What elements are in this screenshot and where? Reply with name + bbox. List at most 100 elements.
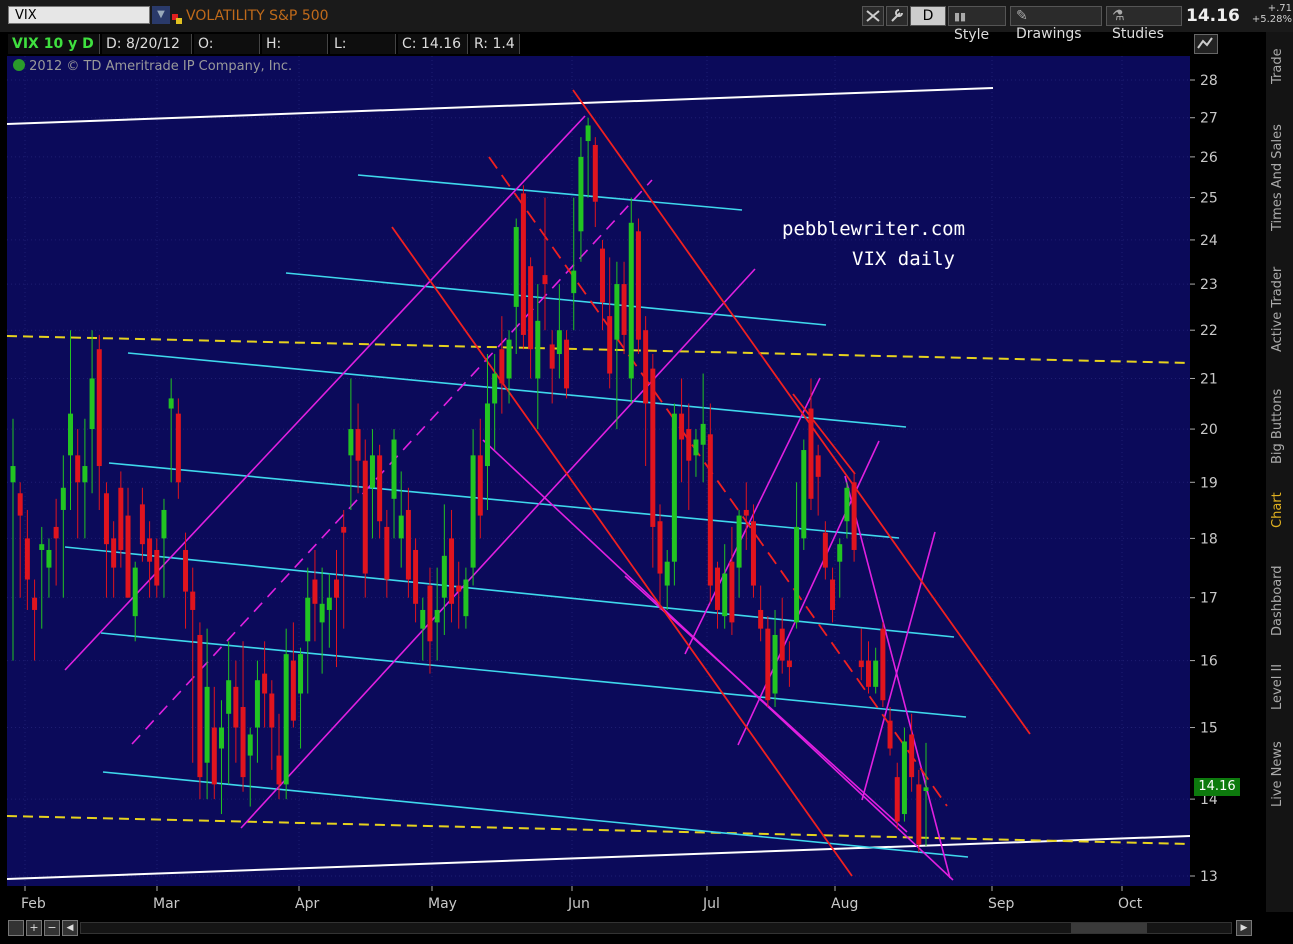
candle-body	[643, 330, 649, 404]
candle-body	[211, 727, 217, 785]
candle-body	[312, 579, 318, 604]
candle-body	[628, 222, 634, 379]
candle-body	[60, 487, 66, 510]
candle-body	[204, 686, 210, 763]
link-icon[interactable]	[172, 9, 182, 24]
last-price-tag: 14.16	[1194, 778, 1240, 796]
candle-body	[154, 549, 160, 586]
bottom-scroll-bar: + − ◀ ▶	[0, 914, 1266, 944]
price-chart[interactable]	[6, 56, 1191, 886]
y-tick-label: 25	[1200, 191, 1218, 207]
scrollbar-thumb[interactable]	[1071, 923, 1147, 933]
symbol-input[interactable]: VIX	[8, 6, 150, 24]
trendline-magenta	[861, 531, 936, 801]
candle-body	[528, 266, 534, 350]
x-tick-label: Feb	[21, 896, 46, 912]
scroll-right-icon[interactable]: ▶	[1236, 920, 1252, 936]
candle-body	[614, 284, 620, 340]
d-button[interactable]: D	[910, 6, 946, 26]
candle-body	[851, 482, 857, 550]
candle-body	[506, 339, 512, 379]
candle-body	[772, 634, 778, 694]
chart-expand-icon[interactable]	[8, 920, 24, 936]
info-open: O: 14.11	[194, 34, 260, 72]
y-tick-label: 26	[1200, 150, 1218, 166]
tab-chart[interactable]: Chart	[1270, 486, 1290, 534]
candle-body	[564, 339, 570, 389]
scroll-left-icon[interactable]: ◀	[62, 920, 78, 936]
candle-body	[233, 686, 239, 728]
candle-body	[348, 429, 354, 456]
zoom-out-icon[interactable]: −	[44, 920, 60, 936]
candle-body	[391, 439, 397, 499]
candle-body	[722, 573, 728, 617]
candle-body	[139, 504, 145, 545]
y-tick-label: 18	[1200, 531, 1218, 547]
time-axis-svg: Feb Mar Apr May Jun Jul Aug Sep Oct	[21, 886, 1143, 912]
candle-body	[923, 787, 929, 791]
candle-body	[247, 734, 253, 756]
horizontal-scrollbar[interactable]	[80, 922, 1232, 934]
candle-body	[449, 538, 455, 604]
candle-body	[887, 720, 893, 749]
candle-body	[355, 429, 361, 461]
candle-body	[53, 526, 59, 539]
zoom-in-icon[interactable]: +	[26, 920, 42, 936]
chart-settings-icon[interactable]	[1194, 34, 1218, 54]
candle-body	[729, 561, 735, 623]
candle-body	[46, 549, 52, 568]
candle-body	[96, 349, 102, 467]
wrench-icon[interactable]	[886, 6, 908, 26]
y-tick-label: 19	[1200, 475, 1218, 491]
price-change: +.71 +5.28%	[1242, 3, 1292, 25]
candle-body	[556, 330, 562, 355]
time-axis[interactable]: Feb Mar Apr May Jun Jul Aug Sep Oct	[0, 886, 1190, 914]
studies-button[interactable]: ⚗ Studies	[1106, 6, 1182, 42]
candle-body	[75, 455, 81, 483]
candle-body	[686, 429, 692, 461]
candle-body	[894, 777, 900, 822]
candle-body	[298, 654, 304, 694]
candle-body	[326, 597, 332, 610]
chart-period[interactable]: VIX 10 y D	[8, 34, 100, 54]
candle-body	[377, 455, 383, 522]
trendline-magenta	[64, 115, 586, 671]
candle-body	[254, 680, 260, 728]
tab-trade[interactable]: Trade	[1270, 40, 1290, 92]
candle-body	[693, 439, 699, 456]
style-button[interactable]: ▮▮ Style	[948, 6, 1006, 43]
crosshair-icon[interactable]	[862, 6, 884, 26]
candle-body	[858, 660, 864, 668]
candle-body	[405, 509, 411, 580]
candle-body	[635, 231, 641, 340]
candle-body	[175, 413, 181, 483]
candle-body	[750, 521, 756, 586]
drawings-button[interactable]: ✎ Drawings	[1010, 6, 1102, 42]
y-tick-label: 23	[1200, 277, 1218, 293]
candle-body	[111, 538, 117, 568]
studies-icon: ⚗	[1112, 8, 1125, 24]
candle-body	[413, 549, 419, 604]
tab-live-news[interactable]: Live News	[1270, 732, 1290, 816]
tab-level-ii[interactable]: Level II	[1270, 660, 1290, 714]
tab-times-and-sales[interactable]: Times And Sales	[1270, 116, 1290, 240]
candle-body	[808, 408, 814, 499]
candle-body	[837, 544, 843, 562]
trendline-cyan	[64, 546, 955, 638]
candle-body	[319, 603, 325, 623]
symbol-dropdown-icon[interactable]: ▼	[152, 6, 170, 24]
candle-body	[218, 727, 224, 749]
candle-body	[68, 413, 74, 456]
candle-body	[571, 270, 577, 294]
candle-body	[599, 248, 605, 303]
trendline-cyan	[102, 771, 969, 858]
candle-body	[168, 398, 174, 409]
price-axis[interactable]: 13 14 15 16 17 18 19 20 21 22 23 24 25 26 27 28	[1190, 56, 1266, 886]
candle-body	[17, 493, 23, 516]
candle-body	[700, 423, 706, 445]
tab-active-trader[interactable]: Active Trader	[1270, 256, 1290, 362]
candle-body	[779, 628, 785, 661]
tab-dashboard[interactable]: Dashboard	[1270, 558, 1290, 644]
symbol-description: VOLATILITY S&P 500	[186, 8, 329, 24]
tab-big-buttons[interactable]: Big Buttons	[1270, 380, 1290, 472]
